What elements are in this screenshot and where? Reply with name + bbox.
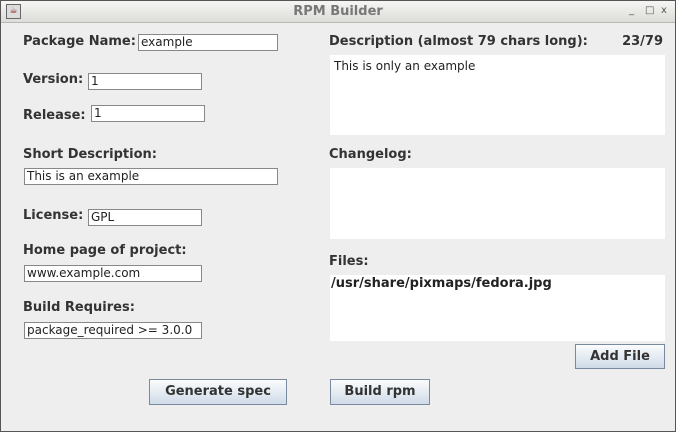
changelog-textarea[interactable]: [330, 168, 665, 239]
title-bar[interactable]: ☕ RPM Builder _ □ x: [1, 1, 675, 23]
minimize-icon[interactable]: _: [629, 5, 634, 16]
maximize-icon[interactable]: □: [645, 5, 654, 16]
generate-spec-button[interactable]: Generate spec: [149, 379, 287, 405]
changelog-label: Changelog:: [329, 147, 412, 162]
version-input[interactable]: 1: [88, 73, 202, 90]
release-input[interactable]: 1: [91, 105, 205, 122]
window-title: RPM Builder: [293, 4, 383, 19]
files-label: Files:: [329, 254, 369, 269]
description-char-count: 23/79: [622, 34, 663, 49]
build-requires-input[interactable]: package_required >= 3.0.0: [24, 322, 202, 339]
short-description-input[interactable]: This is an example: [24, 168, 278, 185]
build-rpm-button[interactable]: Build rpm: [330, 379, 430, 405]
version-label: Version:: [23, 72, 84, 87]
license-label: License:: [23, 208, 84, 223]
package-name-input[interactable]: example: [138, 34, 278, 51]
close-icon[interactable]: x: [661, 5, 667, 16]
description-textarea[interactable]: This is only an example: [330, 55, 665, 135]
package-name-label: Package Name:: [23, 34, 136, 49]
description-label: Description (almost 79 chars long):: [329, 34, 588, 49]
homepage-input[interactable]: www.example.com: [24, 265, 202, 282]
homepage-label: Home page of project:: [23, 243, 187, 258]
short-description-label: Short Description:: [23, 147, 157, 162]
build-requires-label: Build Requires:: [23, 300, 135, 315]
release-label: Release:: [23, 108, 86, 123]
files-list[interactable]: /usr/share/pixmaps/fedora.jpg: [330, 275, 665, 341]
rpm-builder-window: ☕ RPM Builder _ □ x Package Name: exampl…: [0, 0, 676, 432]
add-file-button[interactable]: Add File: [575, 344, 665, 369]
license-input[interactable]: GPL: [88, 209, 202, 226]
